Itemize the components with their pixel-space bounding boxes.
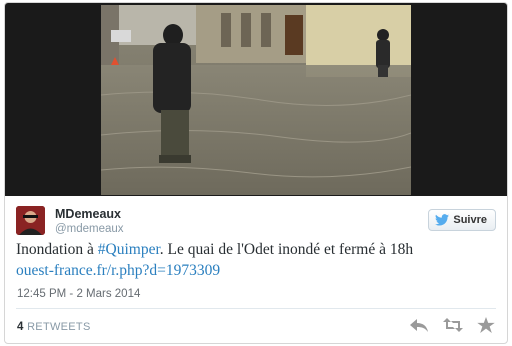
- retweet-count-label: RETWEETS: [27, 321, 91, 333]
- follow-button[interactable]: Suivre: [428, 209, 496, 231]
- retweet-icon[interactable]: [443, 317, 463, 333]
- follow-button-label: Suivre: [453, 214, 487, 226]
- flood-photo-image: [101, 5, 411, 195]
- reply-icon[interactable]: [409, 317, 429, 333]
- avatar-image: [16, 206, 45, 235]
- tweet-text-end: . Le quai de l'Odet inondé et fermé à 18…: [159, 241, 414, 258]
- retweet-stats[interactable]: 4 RETWEETS: [17, 321, 91, 333]
- tweet-card: MDemeaux @mdemeaux Suivre Inondation à #…: [4, 2, 508, 344]
- retweet-count: 4: [17, 321, 24, 333]
- author-name[interactable]: MDemeaux: [55, 207, 121, 221]
- hashtag-link[interactable]: #Quimper: [98, 241, 160, 258]
- tweet-timestamp[interactable]: 12:45 PM - 2 Mars 2014: [17, 288, 140, 300]
- tweet-media[interactable]: [5, 3, 507, 196]
- tweet-text-start: Inondation à: [16, 241, 98, 258]
- tweet-author: MDemeaux @mdemeaux Suivre: [16, 206, 496, 236]
- avatar[interactable]: [16, 206, 45, 235]
- flood-photo[interactable]: [101, 5, 411, 195]
- twitter-bird-icon: [435, 214, 450, 226]
- author-handle[interactable]: @mdemeaux: [55, 223, 124, 235]
- favorite-star-icon[interactable]: [477, 317, 497, 333]
- tweet-text: Inondation à #Quimper. Le quai de l'Odet…: [16, 239, 500, 281]
- tweet-actions: [409, 317, 497, 333]
- divider: [16, 308, 496, 309]
- article-link[interactable]: ouest-france.fr/r.php?d=1973309: [16, 262, 220, 279]
